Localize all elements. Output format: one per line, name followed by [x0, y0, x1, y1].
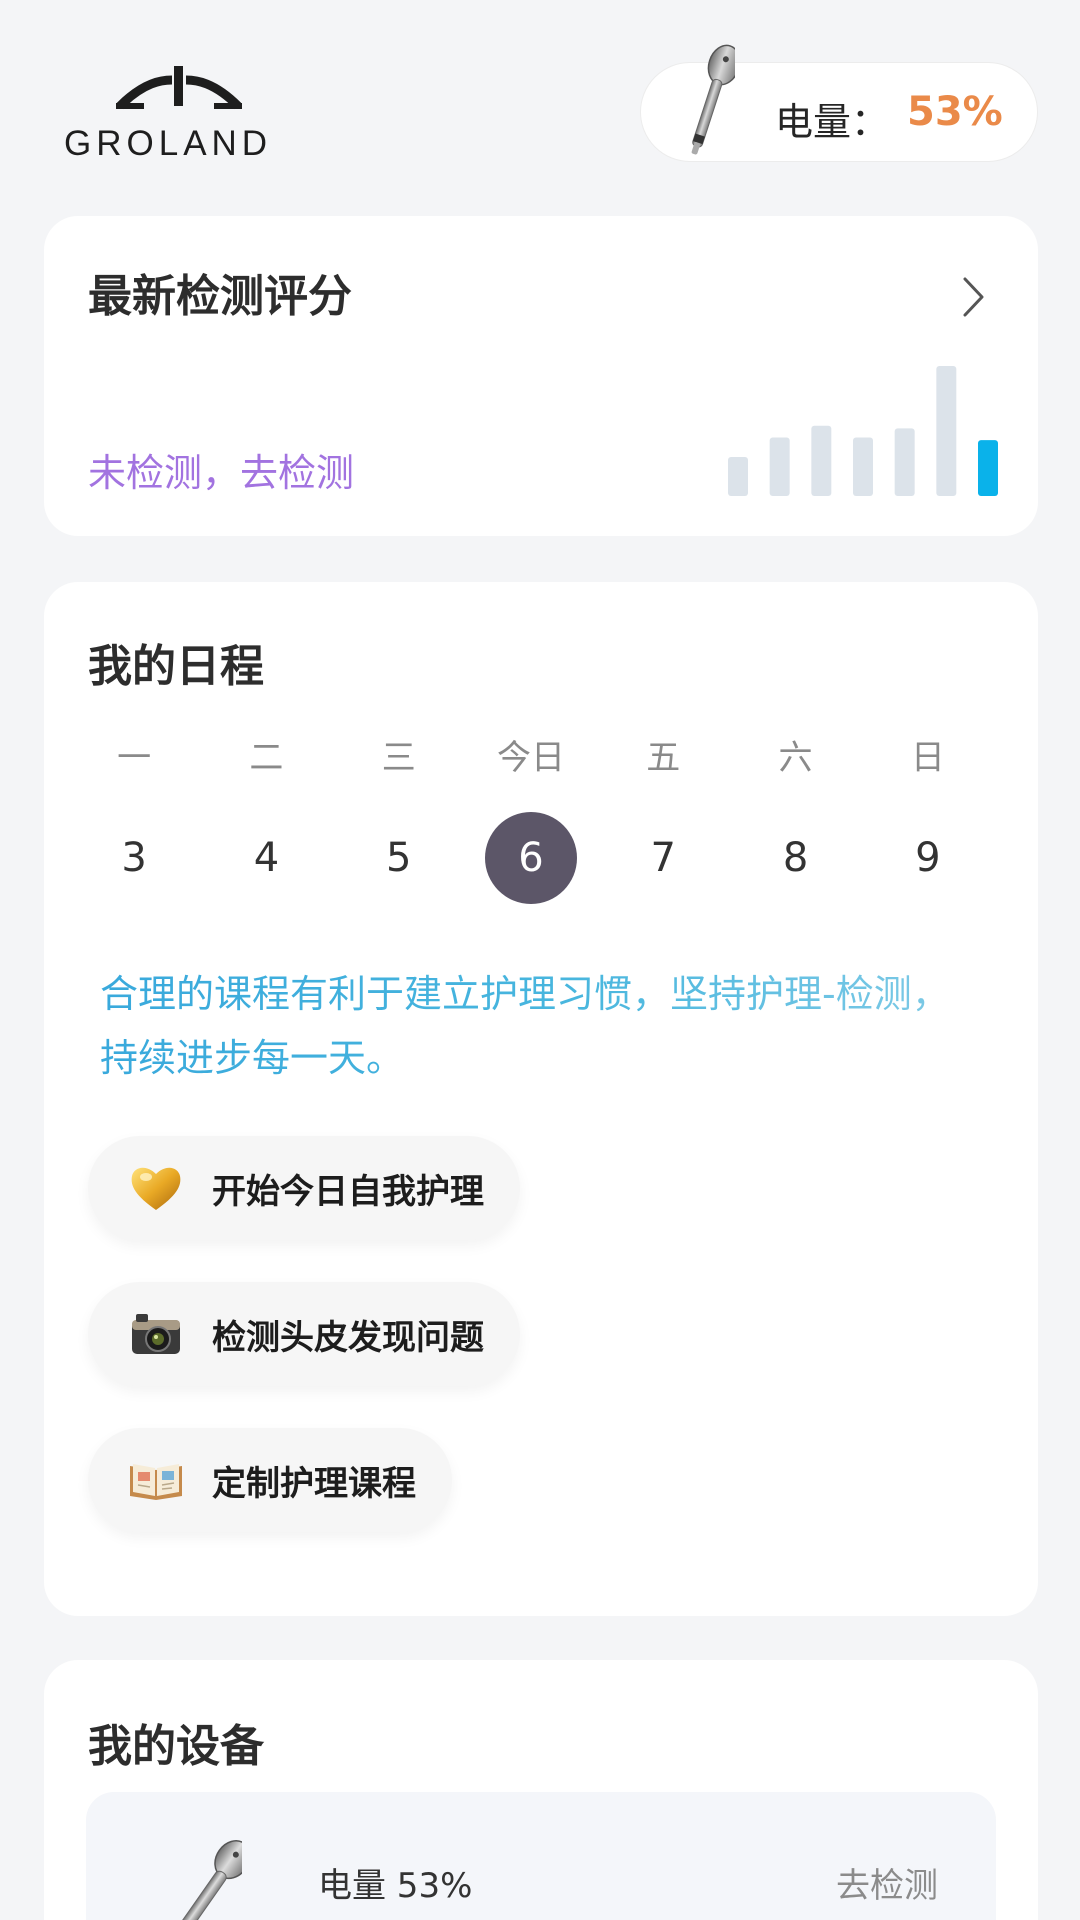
date-number: 9	[915, 835, 941, 881]
custom-course-button[interactable]: 定制护理课程	[88, 1428, 452, 1532]
devices-title: 我的设备	[88, 1721, 264, 1772]
score-card-title: 最新检测评分	[88, 271, 352, 322]
weekday-label: 六	[778, 738, 813, 778]
date-number: 8	[782, 835, 809, 881]
scalp-device-icon	[171, 1840, 242, 1920]
weekday-label: 三	[381, 738, 416, 778]
home-screen: GROLAND 电量： 53% 最新检测评分 未检测，去检测 我的日程 一 二 …	[0, 0, 1080, 1920]
date-row: 3 4 5 6 7 8 9	[68, 812, 994, 904]
action-label: 开始今日自我护理	[212, 1171, 484, 1212]
schedule-tip: 合理的课程有利于建立护理习惯，坚持护理-检测，持续进步每一天。	[100, 962, 960, 1090]
weekday-label: 日	[910, 738, 945, 778]
calendar-date[interactable]: 5	[333, 812, 465, 904]
golden-heart-icon	[131, 1167, 181, 1210]
groland-logo: GROLAND	[64, 62, 294, 163]
score-bar	[853, 437, 873, 496]
date-number: 6	[518, 835, 544, 881]
calendar-date[interactable]: 7	[597, 812, 729, 904]
open-book-icon	[130, 1464, 182, 1500]
battery-value: 53%	[907, 89, 1003, 135]
score-bar	[769, 437, 790, 496]
device-detect-link[interactable]: 去检测	[836, 1858, 938, 1907]
scalp-device-icon	[691, 44, 735, 155]
weekday-row: 一 二 三 今日 五 六 日	[68, 730, 994, 779]
latest-score-card[interactable]: 最新检测评分 未检测，去检测	[44, 216, 1038, 536]
brand-name: GROLAND	[64, 124, 273, 163]
score-bar-latest	[978, 440, 998, 496]
score-bar	[936, 366, 957, 496]
schedule-card: 我的日程 一 二 三 今日 五 六 日 3 4 5 6 7 8 9 合理的课程有…	[44, 582, 1038, 1616]
detect-scalp-button[interactable]: 检测头皮发现问题	[88, 1282, 520, 1386]
logo-mark-icon	[116, 66, 242, 110]
weekday-label: 一	[117, 738, 152, 778]
date-number: 3	[121, 835, 147, 881]
battery-status-pill[interactable]: 电量： 53%	[640, 44, 1038, 162]
action-label: 检测头皮发现问题	[212, 1317, 484, 1358]
date-number: 5	[385, 835, 412, 881]
date-number: 7	[650, 835, 676, 881]
start-self-care-button[interactable]: 开始今日自我护理	[88, 1136, 520, 1240]
calendar-date[interactable]: 4	[200, 812, 332, 904]
weekday-label: 二	[249, 738, 284, 778]
date-number: 4	[253, 835, 280, 881]
score-bar	[811, 425, 832, 496]
calendar-date[interactable]: 9	[862, 812, 994, 904]
battery-label: 电量：	[775, 100, 890, 144]
score-bar	[894, 428, 915, 496]
calendar-date-today[interactable]: 6	[465, 812, 597, 904]
score-history-chart	[728, 366, 998, 496]
camera-icon	[132, 1314, 180, 1354]
chevron-right-icon[interactable]	[962, 276, 986, 318]
action-label: 定制护理课程	[212, 1463, 416, 1504]
schedule-title: 我的日程	[88, 641, 264, 692]
calendar-date[interactable]: 8	[729, 812, 861, 904]
device-row[interactable]: 电量 53% 去检测	[86, 1792, 996, 1920]
my-devices-card: 我的设备 电量 53% 去检测	[44, 1660, 1038, 1920]
device-battery-text: 电量 53%	[318, 1866, 473, 1906]
calendar-date[interactable]: 3	[68, 812, 200, 904]
score-bar	[728, 457, 748, 496]
go-detect-link[interactable]: 未检测，去检测	[88, 442, 354, 497]
weekday-label: 五	[646, 738, 681, 778]
weekday-label-today: 今日	[496, 738, 565, 778]
